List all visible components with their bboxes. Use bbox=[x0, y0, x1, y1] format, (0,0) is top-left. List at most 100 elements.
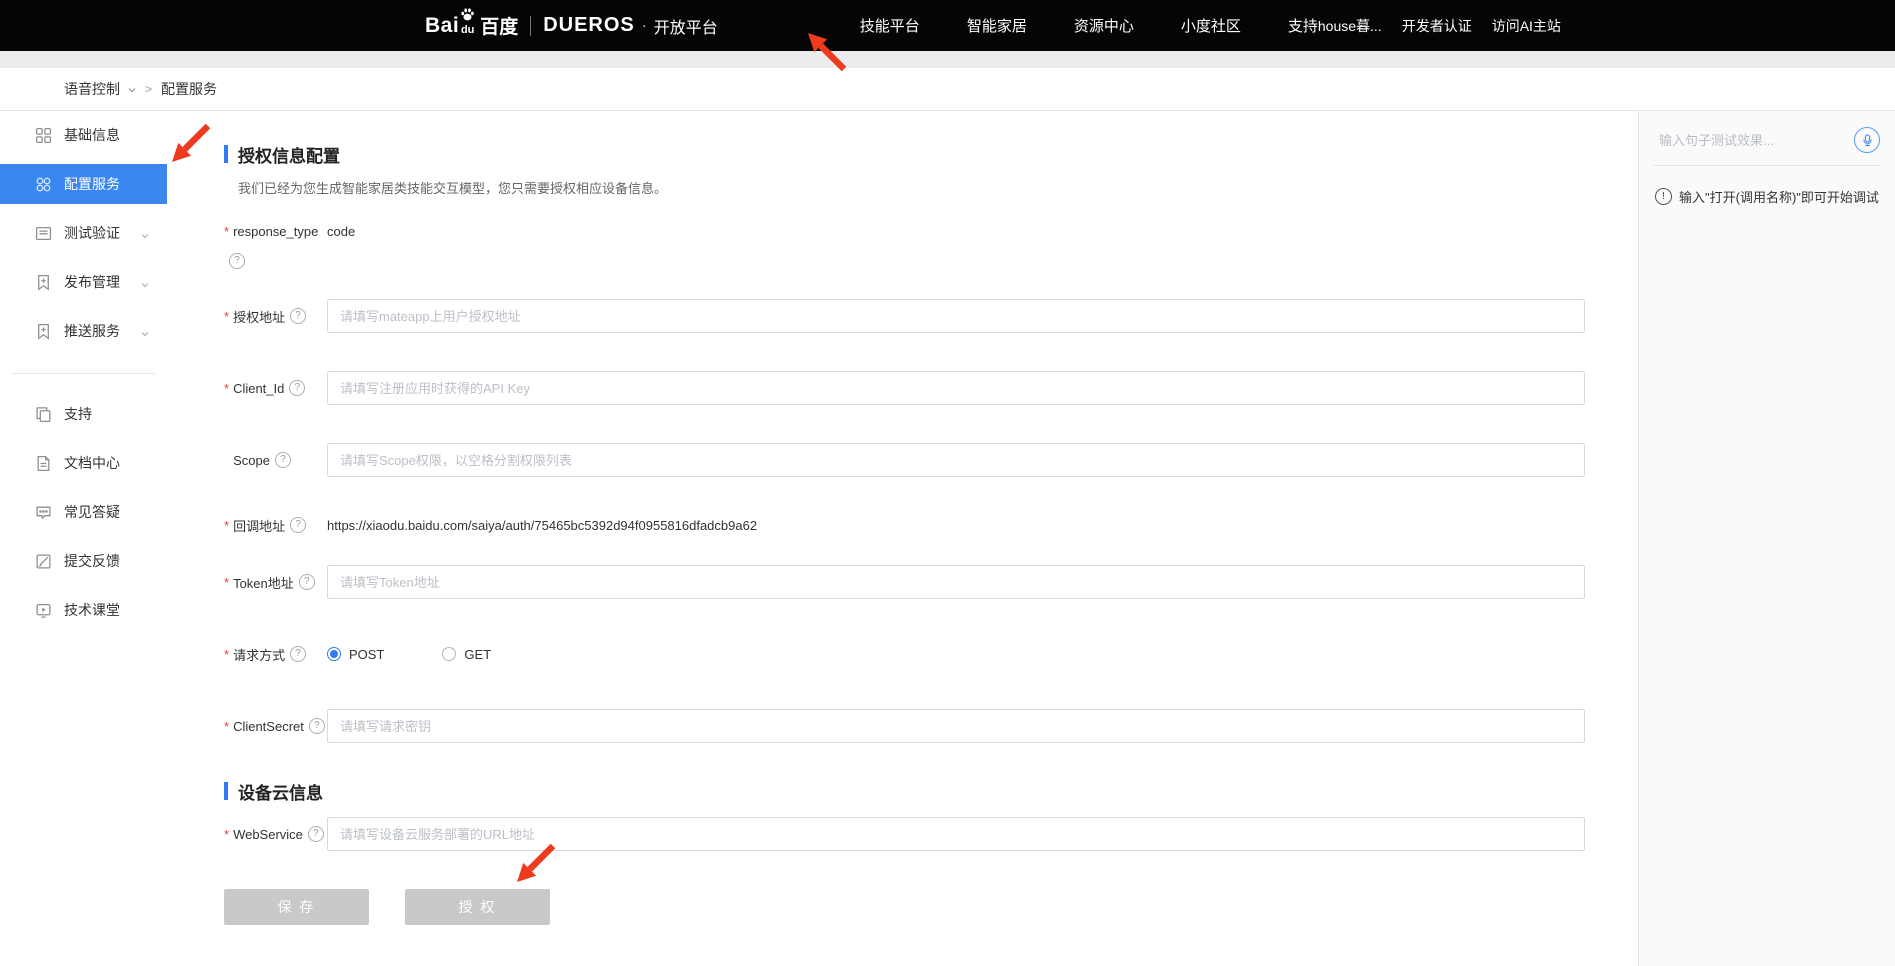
logo-text-baidu-cn: 百度 bbox=[480, 12, 518, 39]
field-auth-url: * 授权地址 ? bbox=[224, 299, 1638, 333]
nav-item-smart-home[interactable]: 智能家居 bbox=[967, 15, 1027, 36]
chevron-down-icon bbox=[140, 228, 150, 244]
sidebar-item-label: 文档中心 bbox=[64, 453, 120, 473]
nav-item-skill-platform[interactable]: 技能平台 bbox=[860, 15, 920, 36]
help-icon[interactable]: ? bbox=[308, 826, 324, 842]
auth-section-desc: 我们已经为您生成智能家居类技能交互模型，您只需要授权相应设备信息。 bbox=[238, 178, 1638, 195]
client-id-input[interactable] bbox=[327, 371, 1585, 405]
sentence-test-input[interactable] bbox=[1657, 132, 1841, 149]
help-icon[interactable]: ? bbox=[289, 380, 305, 396]
help-icon[interactable]: ? bbox=[290, 517, 306, 533]
field-callback-url: * 回调地址 ? https://xiaodu.baidu.com/saiya/… bbox=[224, 515, 1638, 535]
radio-get[interactable]: GET bbox=[442, 647, 491, 662]
sidebar-item-label: 支持 bbox=[64, 404, 92, 424]
breadcrumb: 语音控制 > 配置服务 bbox=[0, 68, 1895, 111]
sidebar-item-label: 推送服务 bbox=[64, 321, 120, 341]
nav-link-developer-cert[interactable]: 开发者认证 bbox=[1402, 16, 1472, 36]
nav-user-area: house暮... 开发者认证 访问AI主站 bbox=[1318, 16, 1561, 36]
username[interactable]: house暮... bbox=[1318, 16, 1382, 36]
logo-divider bbox=[530, 16, 531, 36]
sidebar-item-doc-center[interactable]: 文档中心 bbox=[0, 443, 167, 483]
radio-selected-icon bbox=[327, 647, 341, 661]
chevron-down-icon[interactable] bbox=[127, 85, 137, 95]
scope-input[interactable] bbox=[327, 443, 1585, 477]
required-mark: * bbox=[224, 647, 229, 662]
alert-circle-icon: ! bbox=[1655, 188, 1672, 205]
sidebar: 基础信息 配置服务 测试验证 发布管理 推送服务 支持 文档中心 bbox=[0, 111, 167, 966]
sidebar-item-label: 发布管理 bbox=[64, 272, 120, 292]
field-label: Scope bbox=[233, 453, 270, 468]
radio-unselected-icon bbox=[442, 647, 456, 661]
copy-icon bbox=[35, 406, 52, 423]
sidebar-item-label: 基础信息 bbox=[64, 125, 120, 145]
required-mark: * bbox=[224, 309, 229, 324]
field-client-id: * Client_Id ? bbox=[224, 371, 1638, 405]
field-label: 请求方式 bbox=[233, 645, 285, 664]
sidebar-item-faq[interactable]: 常见答疑 bbox=[0, 492, 167, 532]
sidebar-item-label: 技术课堂 bbox=[64, 600, 120, 620]
logo-text-du: du bbox=[461, 26, 474, 35]
top-navbar: Bai du 百度 DUEROS · 开放平台 技能平台 智能家居 资源中心 小… bbox=[0, 0, 1895, 51]
sidebar-item-label: 提交反馈 bbox=[64, 551, 120, 571]
sidebar-item-basic-info[interactable]: 基础信息 bbox=[0, 115, 167, 155]
required-mark: * bbox=[224, 224, 229, 239]
mic-button[interactable] bbox=[1854, 127, 1880, 153]
webservice-input[interactable] bbox=[327, 817, 1585, 851]
sidebar-item-tech-class[interactable]: 技术课堂 bbox=[0, 590, 167, 630]
nav-item-xiaodu-community[interactable]: 小度社区 bbox=[1181, 15, 1241, 36]
sidebar-item-push-service[interactable]: 推送服务 bbox=[0, 311, 167, 351]
test-hint-text: 输入"打开(调用名称)"即可开始调试 bbox=[1679, 187, 1879, 206]
help-icon[interactable]: ? bbox=[229, 253, 245, 269]
required-mark: * bbox=[224, 827, 229, 842]
field-label: response_type bbox=[233, 224, 318, 239]
auth-url-input[interactable] bbox=[327, 299, 1585, 333]
required-mark: * bbox=[224, 575, 229, 590]
authorize-button[interactable]: 授 权 bbox=[405, 889, 550, 925]
field-label: Client_Id bbox=[233, 381, 284, 396]
field-token-url: * Token地址 ? bbox=[224, 565, 1638, 599]
auth-form: * response_type code ? * 授权地址 ? * C bbox=[224, 221, 1638, 925]
token-url-input[interactable] bbox=[327, 565, 1585, 599]
radio-post[interactable]: POST bbox=[327, 647, 384, 662]
sidebar-item-label: 配置服务 bbox=[64, 174, 120, 194]
breadcrumb-parent[interactable]: 语音控制 bbox=[64, 79, 120, 99]
field-label: 回调地址 bbox=[233, 516, 285, 535]
section-bar bbox=[224, 782, 228, 800]
help-icon[interactable]: ? bbox=[275, 452, 291, 468]
required-mark: * bbox=[224, 381, 229, 396]
response-type-help-row: ? bbox=[224, 253, 1638, 269]
field-webservice: * WebService ? bbox=[224, 817, 1638, 851]
breadcrumb-current: 配置服务 bbox=[161, 79, 217, 99]
help-icon[interactable]: ? bbox=[290, 308, 306, 324]
field-label: 授权地址 bbox=[233, 307, 285, 326]
chevron-down-icon bbox=[140, 326, 150, 342]
sidebar-item-test-verify[interactable]: 测试验证 bbox=[0, 213, 167, 253]
sidebar-item-publish-manage[interactable]: 发布管理 bbox=[0, 262, 167, 302]
sidebar-item-support[interactable]: 支持 bbox=[0, 394, 167, 434]
nav-item-support[interactable]: 支持 bbox=[1288, 15, 1318, 36]
baidu-dueros-logo[interactable]: Bai du 百度 DUEROS · 开放平台 bbox=[425, 12, 718, 39]
help-icon[interactable]: ? bbox=[299, 574, 315, 590]
file-icon bbox=[35, 455, 52, 472]
form-buttons: 保 存 授 权 bbox=[224, 889, 1638, 925]
field-label: WebService bbox=[233, 827, 303, 842]
field-label: Token地址 bbox=[233, 573, 294, 592]
nav-item-resource-center[interactable]: 资源中心 bbox=[1074, 15, 1134, 36]
page-background-strip bbox=[0, 51, 1895, 68]
field-response-type: * response_type code bbox=[224, 221, 1638, 241]
save-button[interactable]: 保 存 bbox=[224, 889, 369, 925]
client-secret-input[interactable] bbox=[327, 709, 1585, 743]
sidebar-item-feedback[interactable]: 提交反馈 bbox=[0, 541, 167, 581]
sidebar-item-config-service[interactable]: 配置服务 bbox=[0, 164, 167, 204]
help-icon[interactable]: ? bbox=[309, 718, 325, 734]
device-cloud-section-title: 设备云信息 bbox=[224, 781, 1638, 801]
nav-link-ai-site[interactable]: 访问AI主站 bbox=[1492, 16, 1561, 36]
bookmark-plus-icon bbox=[35, 323, 52, 340]
auth-section-title: 授权信息配置 bbox=[224, 144, 1638, 164]
field-label: ClientSecret bbox=[233, 719, 304, 734]
test-hint: ! 输入"打开(调用名称)"即可开始调试 bbox=[1639, 166, 1895, 206]
help-icon[interactable]: ? bbox=[290, 646, 306, 662]
config-service-main: 授权信息配置 我们已经为您生成智能家居类技能交互模型，您只需要授权相应设备信息。… bbox=[167, 111, 1638, 966]
video-icon bbox=[35, 602, 52, 619]
required-mark: * bbox=[224, 719, 229, 734]
